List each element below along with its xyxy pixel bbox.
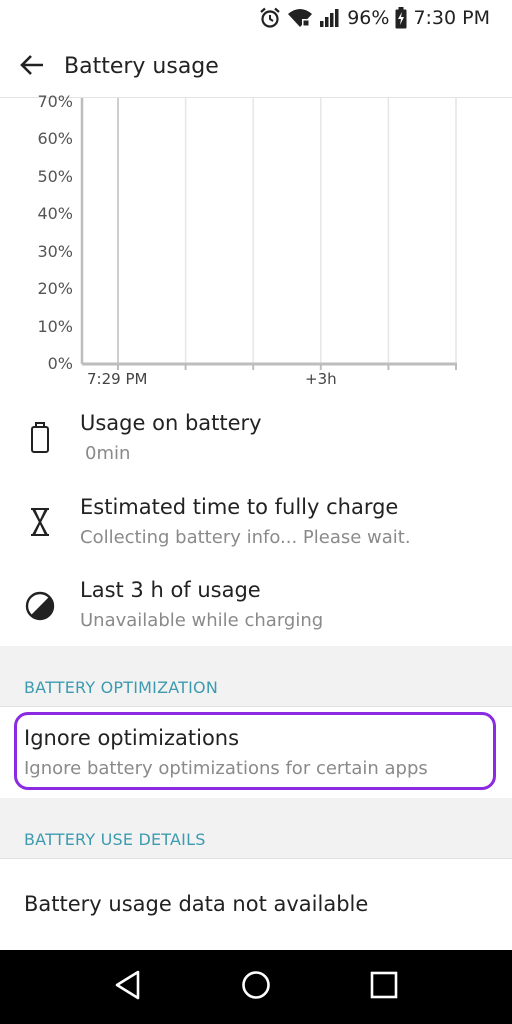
last-usage-item: Last 3 h of usage Unavailable while char… <box>0 566 512 646</box>
estimated-charge-subtitle: Collecting battery info... Please wait. <box>80 527 411 548</box>
nav-recents-button[interactable] <box>354 957 414 1017</box>
y-tick-label: 10% <box>37 316 73 336</box>
hourglass-icon <box>22 504 58 540</box>
battery-use-details-header: BATTERY USE DETAILS <box>24 830 206 849</box>
y-tick-label: 30% <box>37 241 73 261</box>
y-tick-label: 60% <box>37 129 73 149</box>
estimated-charge-title: Estimated time to fully charge <box>80 495 399 519</box>
battery-percent: 96% <box>347 7 390 29</box>
battery-optimization-section: BATTERY OPTIMIZATION <box>0 646 512 706</box>
y-tick-label: 50% <box>37 166 73 186</box>
x-tick-label: 7:29 PM <box>87 370 148 388</box>
recents-square-icon <box>370 971 398 1003</box>
half-circle-icon <box>22 588 58 624</box>
usage-on-battery-item: Usage on battery 0min <box>0 398 512 482</box>
back-triangle-icon <box>114 970 142 1004</box>
last-usage-title: Last 3 h of usage <box>80 578 261 602</box>
back-button[interactable] <box>0 36 64 98</box>
nav-home-button[interactable] <box>226 957 286 1017</box>
chart-plot <box>80 98 457 370</box>
home-circle-icon <box>241 970 271 1004</box>
alarm-icon <box>259 7 281 29</box>
y-tick-label: 20% <box>37 279 73 299</box>
nav-back-button[interactable] <box>98 957 158 1017</box>
battery-optimization-header: BATTERY OPTIMIZATION <box>24 678 218 697</box>
y-tick-label: 40% <box>37 204 73 224</box>
last-usage-subtitle: Unavailable while charging <box>80 610 324 631</box>
battery-icon <box>22 420 58 456</box>
estimated-charge-item: Estimated time to fully charge Collectin… <box>0 482 512 566</box>
signal-icon <box>319 8 341 28</box>
usage-on-battery-title: Usage on battery <box>80 411 262 435</box>
arrow-left-icon <box>19 54 45 80</box>
x-tick-label: +3h <box>305 370 337 388</box>
usage-on-battery-value: 0min <box>85 443 131 464</box>
y-tick-label: 0% <box>47 354 73 373</box>
battery-use-details-section: BATTERY USE DETAILS <box>0 798 512 858</box>
y-tick-label: 70% <box>37 92 73 111</box>
battery-charging-icon <box>395 7 407 29</box>
page-title: Battery usage <box>64 54 219 79</box>
app-bar: Battery usage <box>0 36 512 98</box>
status-bar: 96% 7:30 PM <box>0 0 512 36</box>
battery-usage-message: Battery usage data not available <box>24 892 369 916</box>
battery-usage-message-item: Battery usage data not available <box>0 859 512 950</box>
highlight-outline <box>14 712 496 790</box>
navigation-bar <box>0 950 512 1024</box>
wifi-icon <box>287 8 313 28</box>
battery-chart: 70% 60% 50% 40% 30% 20% 10% 0% 7:29 PM +3h <box>0 92 512 398</box>
status-time: 7:30 PM <box>413 7 490 29</box>
